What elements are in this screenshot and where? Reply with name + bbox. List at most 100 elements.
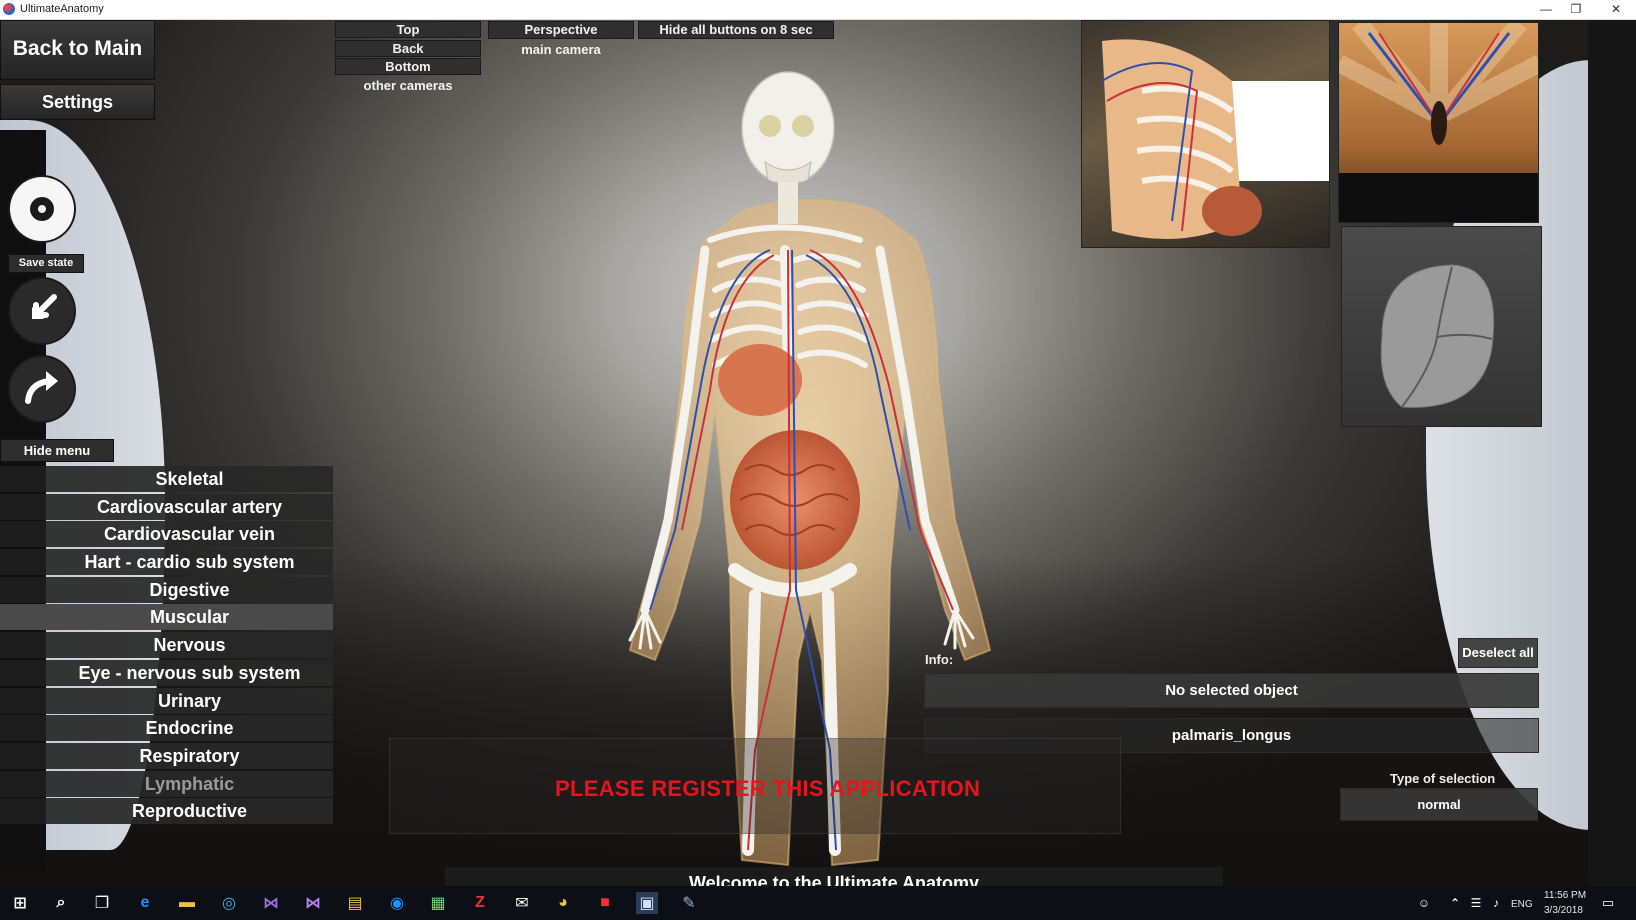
system-item-label[interactable]: Cardiovascular vein xyxy=(46,521,333,548)
system-item-label[interactable]: Lymphatic xyxy=(46,770,333,797)
redo-button[interactable] xyxy=(10,357,74,421)
language-indicator[interactable]: ENG xyxy=(1511,899,1533,910)
system-toggle[interactable] xyxy=(0,521,46,548)
skull-top-image xyxy=(1380,264,1495,408)
selection-type-select[interactable]: normal xyxy=(1340,788,1538,821)
start-icon[interactable]: ⊞ xyxy=(9,892,31,914)
system-item-label[interactable]: Digestive xyxy=(46,576,333,603)
system-item-label[interactable]: Eye - nervous sub system xyxy=(46,659,333,686)
system-item-label[interactable]: Reproductive xyxy=(46,798,333,825)
mail-icon[interactable]: ✉ xyxy=(511,892,533,914)
window-titlebar: UltimateAnatomy — ❐ ✕ xyxy=(0,0,1636,20)
app-icon xyxy=(3,3,15,15)
system-toggle[interactable] xyxy=(0,466,46,492)
filezilla-icon[interactable]: Z xyxy=(469,892,491,914)
system-row[interactable]: Nervous xyxy=(0,632,333,660)
camera-preview-bottom[interactable] xyxy=(1338,22,1539,223)
undo-button[interactable] xyxy=(10,279,74,343)
deselect-all-button[interactable]: Deselect all xyxy=(1458,638,1538,668)
undo-arrow-icon xyxy=(32,294,57,319)
register-notice: PLEASE REGISTER THIS APPLICATION xyxy=(555,776,981,801)
camera-preview-skull[interactable] xyxy=(1341,226,1542,427)
camera-back-button[interactable]: Back xyxy=(335,40,481,57)
system-item-label[interactable]: Hart - cardio sub system xyxy=(46,549,333,576)
file-manager-icon[interactable]: ▤ xyxy=(344,892,366,914)
clock-time[interactable]: 11:56 PM xyxy=(1544,890,1586,901)
system-row[interactable]: Lymphatic xyxy=(0,770,333,799)
system-toggle[interactable] xyxy=(0,798,46,825)
file-explorer-icon[interactable]: ▬ xyxy=(176,892,198,914)
info-label: Info: xyxy=(925,652,954,667)
record-button[interactable] xyxy=(10,177,74,241)
system-row[interactable]: Cardiovascular artery xyxy=(0,493,333,522)
camera-bottom-button[interactable]: Bottom xyxy=(335,58,481,75)
camera-top-button[interactable]: Top xyxy=(335,21,481,38)
system-toggle[interactable] xyxy=(0,576,46,603)
camera-preview-chest[interactable] xyxy=(1081,20,1330,248)
restore-button[interactable]: ❐ xyxy=(1556,0,1596,20)
system-item-label[interactable]: Skeletal xyxy=(46,466,333,492)
notifications-icon[interactable]: ▭ xyxy=(1597,892,1619,914)
system-row[interactable]: Muscular xyxy=(0,604,333,632)
task-view-icon[interactable]: ❐ xyxy=(91,892,113,914)
other-cameras-label: other cameras xyxy=(363,78,453,93)
settings-button[interactable]: Settings xyxy=(0,84,155,120)
people-icon[interactable]: ☺ xyxy=(1413,892,1435,914)
system-item-label[interactable]: Urinary xyxy=(46,687,333,714)
globe-app-icon[interactable]: ◎ xyxy=(218,892,240,914)
system-toggle[interactable] xyxy=(0,742,46,769)
skype-icon[interactable]: ◉ xyxy=(386,892,408,914)
system-item-label[interactable]: Muscular xyxy=(46,604,333,631)
system-item-label[interactable]: Nervous xyxy=(46,632,333,659)
window-title: UltimateAnatomy xyxy=(20,3,104,15)
clock-date[interactable]: 3/3/2018 xyxy=(1544,905,1583,916)
close-button[interactable]: ✕ xyxy=(1596,0,1636,20)
viewport-3d[interactable]: Top Back Bottom other cameras Perspectiv… xyxy=(0,20,1636,886)
search-icon[interactable]: ⌕ xyxy=(50,892,72,914)
system-toggle[interactable] xyxy=(0,604,46,631)
chrome-icon[interactable]: ◕ xyxy=(552,892,574,914)
system-row[interactable]: Reproductive xyxy=(0,798,333,826)
system-row[interactable]: Digestive xyxy=(0,576,333,605)
paint-icon[interactable]: ✎ xyxy=(678,892,700,914)
active-app-icon[interactable]: ▣ xyxy=(636,892,658,914)
hide-buttons-timer-button[interactable]: Hide all buttons on 8 sec xyxy=(638,21,834,39)
system-row[interactable]: Urinary xyxy=(0,687,333,716)
system-item-label[interactable]: Respiratory xyxy=(46,742,333,769)
system-toggle[interactable] xyxy=(0,659,46,686)
system-toggle[interactable] xyxy=(0,770,46,797)
tray-chevron-icon[interactable]: ⌃ xyxy=(1444,892,1466,914)
systems-menu: Skeletal Cardiovascular artery Cardiovascu… xyxy=(0,466,333,826)
system-item-label[interactable]: Cardiovascular artery xyxy=(46,493,333,520)
system-toggle[interactable] xyxy=(0,632,46,659)
save-state-button[interactable]: Save state xyxy=(8,254,84,273)
visual-studio-icon[interactable]: ⋈ xyxy=(260,892,282,914)
back-to-main-button[interactable]: Back to Main xyxy=(0,20,155,80)
system-row[interactable]: Endocrine xyxy=(0,715,333,743)
system-row[interactable]: Cardiovascular vein xyxy=(0,521,333,549)
camera-perspective-button[interactable]: Perspective xyxy=(488,21,634,39)
bottom-view-image xyxy=(1339,23,1538,222)
notepad-icon[interactable]: ▦ xyxy=(427,892,449,914)
welcome-banner: Welcome to the Ultimate Anatomy xyxy=(445,867,1223,886)
redo-arrow-icon xyxy=(25,371,58,404)
volume-icon[interactable]: ♪ xyxy=(1485,892,1507,914)
app-red-icon[interactable]: ■ xyxy=(594,892,616,914)
system-toggle[interactable] xyxy=(0,715,46,742)
scene-edge-right xyxy=(1588,20,1636,886)
selected-object-field: No selected object xyxy=(924,673,1539,708)
record-icon xyxy=(30,197,54,221)
system-row[interactable]: Eye - nervous sub system xyxy=(0,659,333,688)
system-row[interactable]: Respiratory xyxy=(0,742,333,771)
edge-browser-icon[interactable]: e xyxy=(134,892,156,914)
system-toggle[interactable] xyxy=(0,687,46,714)
network-icon[interactable]: ☰ xyxy=(1465,892,1487,914)
chest-preview-image xyxy=(1101,39,1329,239)
system-item-label[interactable]: Endocrine xyxy=(46,715,333,742)
system-toggle[interactable] xyxy=(0,493,46,520)
system-toggle[interactable] xyxy=(0,549,46,576)
visual-studio-2-icon[interactable]: ⋈ xyxy=(302,892,324,914)
system-row[interactable]: Hart - cardio sub system xyxy=(0,549,333,577)
hide-menu-button[interactable]: Hide menu xyxy=(0,439,114,462)
system-row[interactable]: Skeletal xyxy=(0,466,333,494)
